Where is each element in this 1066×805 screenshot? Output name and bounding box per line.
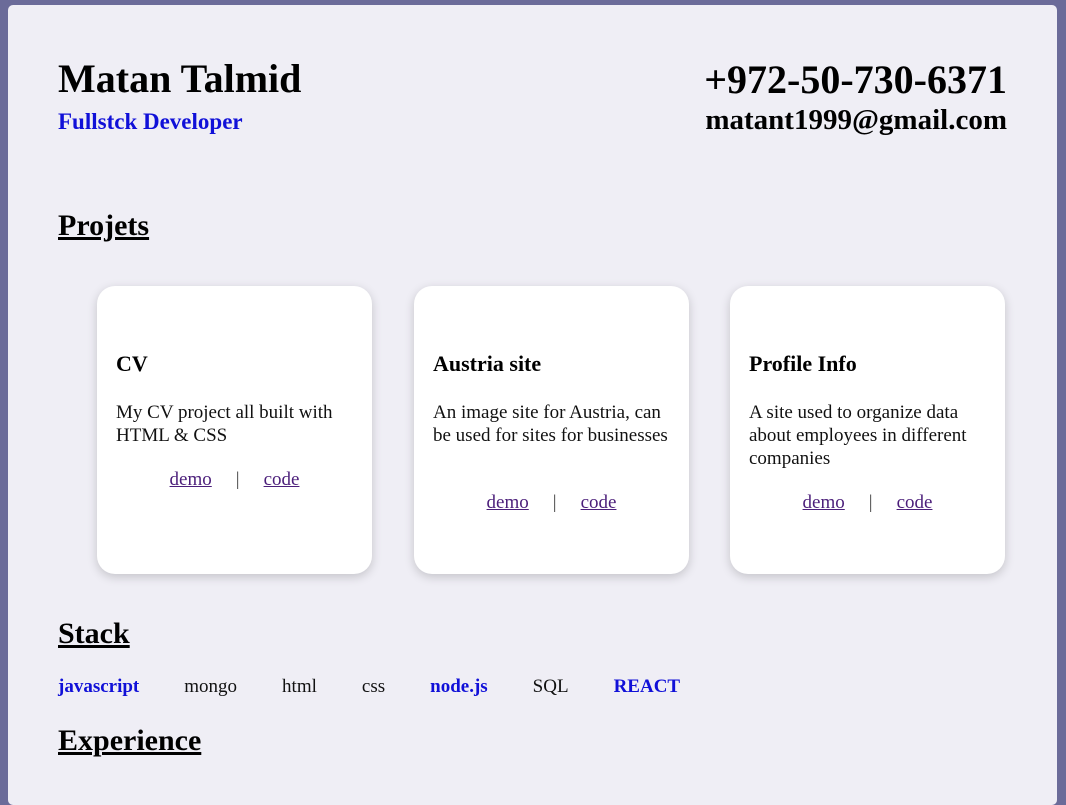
stack-heading: Stack xyxy=(58,617,130,650)
link-separator: | xyxy=(552,492,557,513)
link-separator: | xyxy=(868,492,873,513)
link-separator: | xyxy=(235,469,240,490)
demo-link[interactable]: demo xyxy=(170,469,212,490)
projects-heading: Projets xyxy=(58,209,150,242)
person-name: Matan Talmid xyxy=(58,56,302,101)
job-title: Fullstck Developer xyxy=(58,109,243,134)
code-link[interactable]: code xyxy=(897,492,933,513)
project-description: My CV project all built with HTML & CSS xyxy=(116,402,333,446)
stack-item-css: css xyxy=(361,676,386,697)
phone-number: +972-50-730-6371 xyxy=(704,57,1007,102)
project-links: demo | code xyxy=(414,491,689,515)
stack-item-javascript: javascript xyxy=(58,676,140,697)
cv-sheet: Matan Talmid Fullstck Developer +972-50-… xyxy=(8,5,1057,805)
code-link[interactable]: code xyxy=(264,469,300,490)
project-links: demo | code xyxy=(730,491,1005,515)
project-links: demo | code xyxy=(97,468,372,492)
project-title: Austria site xyxy=(433,351,542,376)
project-card-cv: CV My CV project all built with HTML & C… xyxy=(97,286,372,574)
stack-item-react: REACT xyxy=(613,676,681,697)
stack-item-nodejs: node.js xyxy=(430,676,488,697)
stack-item-html: html xyxy=(282,676,317,697)
demo-link[interactable]: demo xyxy=(487,492,529,513)
project-title: CV xyxy=(116,351,148,376)
experience-heading: Experience xyxy=(58,724,202,757)
stack-item-mongo: mongo xyxy=(184,676,238,697)
project-title: Profile Info xyxy=(749,351,857,376)
project-description: A site used to organize data about emplo… xyxy=(749,402,967,469)
stack-list: javascript mongo html css node.js SQL RE… xyxy=(58,675,725,699)
project-description: An image site for Austria, can be used f… xyxy=(433,402,668,446)
project-card-profile-info: Profile Info A site used to organize dat… xyxy=(730,286,1005,574)
code-link[interactable]: code xyxy=(581,492,617,513)
email-address: matant1999@gmail.com xyxy=(705,104,1007,136)
stack-item-sql: SQL xyxy=(532,676,569,697)
demo-link[interactable]: demo xyxy=(803,492,845,513)
project-card-austria-site: Austria site An image site for Austria, … xyxy=(414,286,689,574)
